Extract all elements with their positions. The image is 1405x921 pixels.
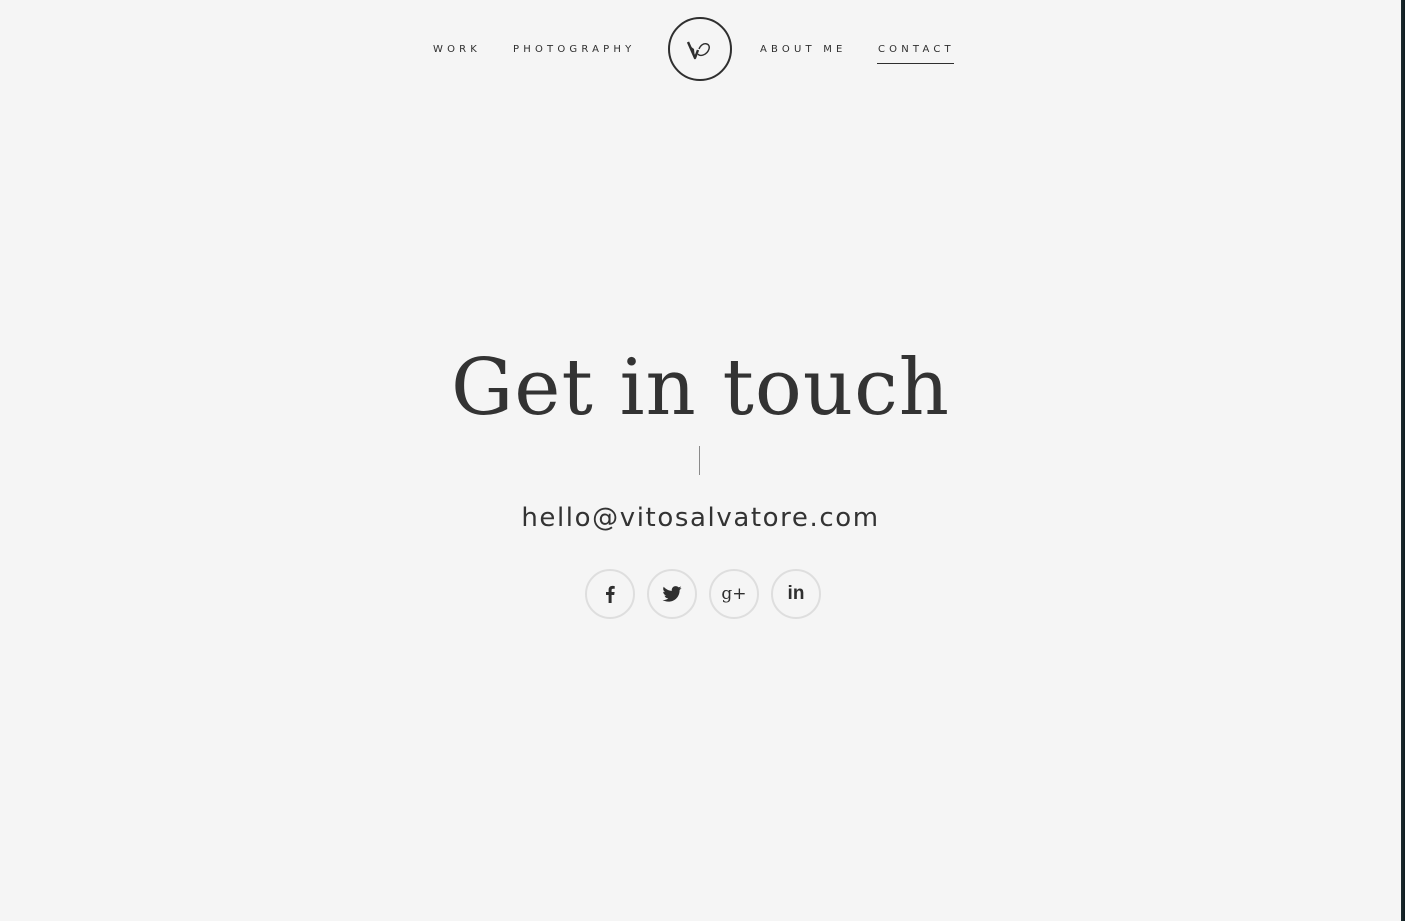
main-navigation: WORK PHOTOGRAPHY ABOUT ME CONTACT — [0, 0, 1401, 100]
facebook-button[interactable] — [585, 569, 635, 619]
nav-link-about-me[interactable]: ABOUT ME — [760, 44, 847, 56]
social-links: g+ in — [585, 569, 821, 619]
linkedin-button[interactable]: in — [771, 569, 821, 619]
facebook-icon — [606, 585, 615, 603]
nav-link-photography[interactable]: PHOTOGRAPHY — [513, 44, 635, 56]
google-plus-button[interactable]: g+ — [709, 569, 759, 619]
nav-link-work[interactable]: WORK — [433, 44, 481, 56]
twitter-icon — [662, 586, 682, 602]
nav-link-contact[interactable]: CONTACT — [877, 44, 955, 64]
twitter-button[interactable] — [647, 569, 697, 619]
vs-monogram-logo-icon — [686, 41, 710, 60]
window-edge — [1401, 0, 1405, 921]
linkedin-icon: in — [787, 583, 805, 604]
site-logo[interactable] — [668, 17, 732, 81]
vertical-divider — [699, 446, 700, 475]
google-plus-icon: g+ — [721, 584, 747, 604]
page-title: Get in touch — [450, 343, 951, 433]
email-link[interactable]: hello@vitosalvatore.com — [0, 502, 1401, 534]
